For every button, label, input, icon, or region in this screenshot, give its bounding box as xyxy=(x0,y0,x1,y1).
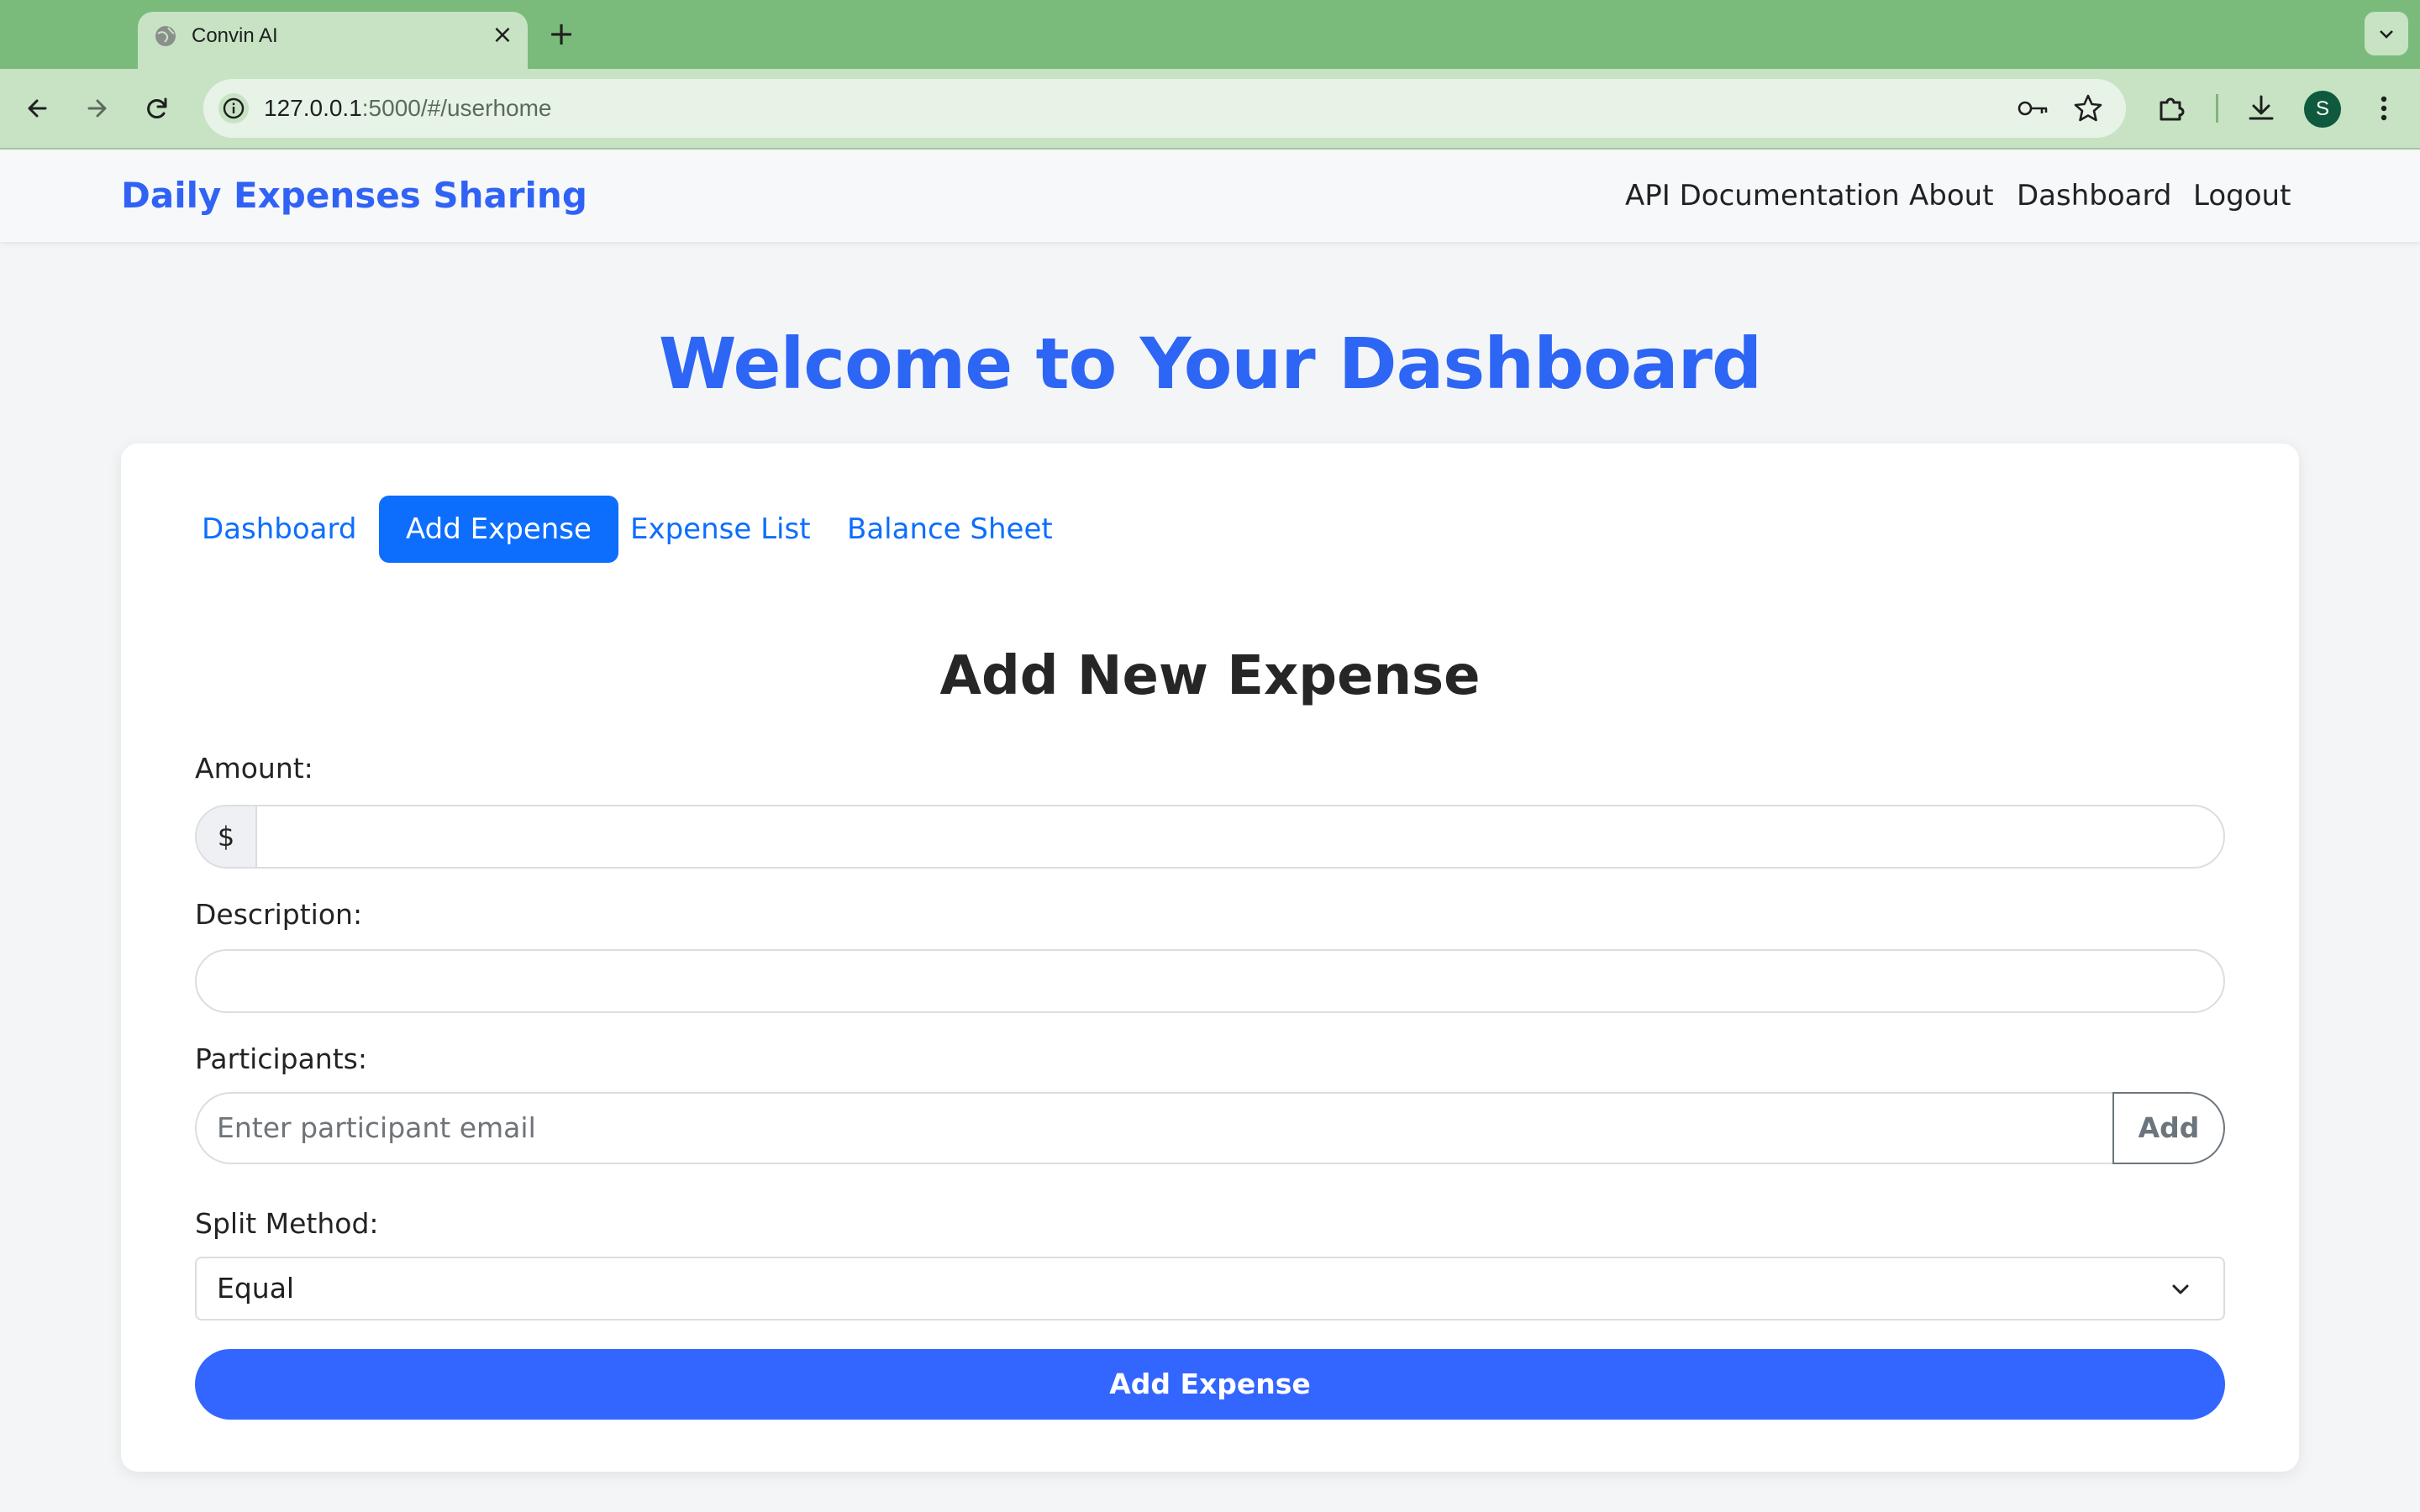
site-navbar: Daily Expenses Sharing API Documentation… xyxy=(0,150,2420,242)
address-bar[interactable]: 127.0.0.1:5000/#/userhome xyxy=(203,79,2126,138)
site-info-icon[interactable] xyxy=(217,92,250,125)
new-tab-icon[interactable]: + xyxy=(544,13,578,54)
amount-input-group: $ xyxy=(195,805,2225,869)
globe-icon xyxy=(155,26,176,46)
tab-expense-list[interactable]: Expense List xyxy=(603,496,838,563)
download-icon[interactable] xyxy=(2242,89,2281,128)
page-title: Welcome to Your Dashboard xyxy=(658,323,1762,405)
key-icon[interactable] xyxy=(2017,96,2050,121)
bookmark-star-icon[interactable] xyxy=(2072,92,2104,124)
description-label: Description: xyxy=(195,898,363,931)
back-icon[interactable] xyxy=(18,89,57,128)
nav-link-logout[interactable]: Logout xyxy=(2193,150,2291,242)
tab-add-expense[interactable]: Add Expense xyxy=(379,496,618,563)
extensions-icon[interactable] xyxy=(2153,89,2191,128)
split-method-value: Equal xyxy=(217,1272,295,1305)
add-expense-submit-button[interactable]: Add Expense xyxy=(195,1349,2225,1420)
nav-link-dashboard[interactable]: Dashboard xyxy=(2017,150,2171,242)
dashboard-card: Dashboard Add Expense Expense List Balan… xyxy=(121,444,2299,1472)
nav-link-about[interactable]: About xyxy=(1909,150,1994,242)
split-method-label: Split Method: xyxy=(195,1207,379,1240)
tab-title: Convin AI xyxy=(192,24,278,47)
tab-balance-sheet[interactable]: Balance Sheet xyxy=(820,496,1080,563)
browser-tabstrip: Convin AI × + xyxy=(0,0,2420,69)
brand-logo[interactable]: Daily Expenses Sharing xyxy=(121,150,587,242)
forward-icon[interactable] xyxy=(77,89,116,128)
url-text: 127.0.0.1:5000/#/userhome xyxy=(264,79,552,138)
form-title: Add New Expense xyxy=(939,645,1481,707)
amount-label: Amount: xyxy=(195,752,313,785)
url-host: 127.0.0.1 xyxy=(264,95,362,121)
url-path: :5000/#/userhome xyxy=(361,95,552,121)
nav-link-api-documentation[interactable]: API Documentation xyxy=(1625,150,1900,242)
toolbar-divider xyxy=(2216,94,2218,123)
profile-avatar[interactable]: S xyxy=(2304,91,2341,128)
tab-search-button[interactable] xyxy=(2365,12,2408,55)
reload-icon[interactable] xyxy=(138,89,176,128)
chevron-down-icon xyxy=(2172,1284,2189,1294)
currency-prefix: $ xyxy=(197,806,257,867)
close-tab-icon[interactable]: × xyxy=(486,18,519,52)
profile-initial: S xyxy=(2315,97,2329,120)
participant-email-placeholder: Enter participant email xyxy=(217,1111,536,1144)
description-input[interactable] xyxy=(195,949,2225,1013)
participant-email-input[interactable]: Enter participant email xyxy=(195,1092,2114,1164)
amount-input[interactable] xyxy=(259,806,2195,867)
browser-toolbar: 127.0.0.1:5000/#/userhome S xyxy=(0,69,2420,150)
tab-dashboard[interactable]: Dashboard xyxy=(175,496,383,563)
participants-label: Participants: xyxy=(195,1042,367,1075)
add-participant-button[interactable]: Add xyxy=(2112,1092,2225,1164)
chevron-down-icon xyxy=(2380,30,2393,39)
menu-icon[interactable] xyxy=(2365,89,2403,128)
split-method-select[interactable]: Equal xyxy=(195,1257,2225,1320)
browser-tab[interactable]: Convin AI × xyxy=(138,12,528,69)
